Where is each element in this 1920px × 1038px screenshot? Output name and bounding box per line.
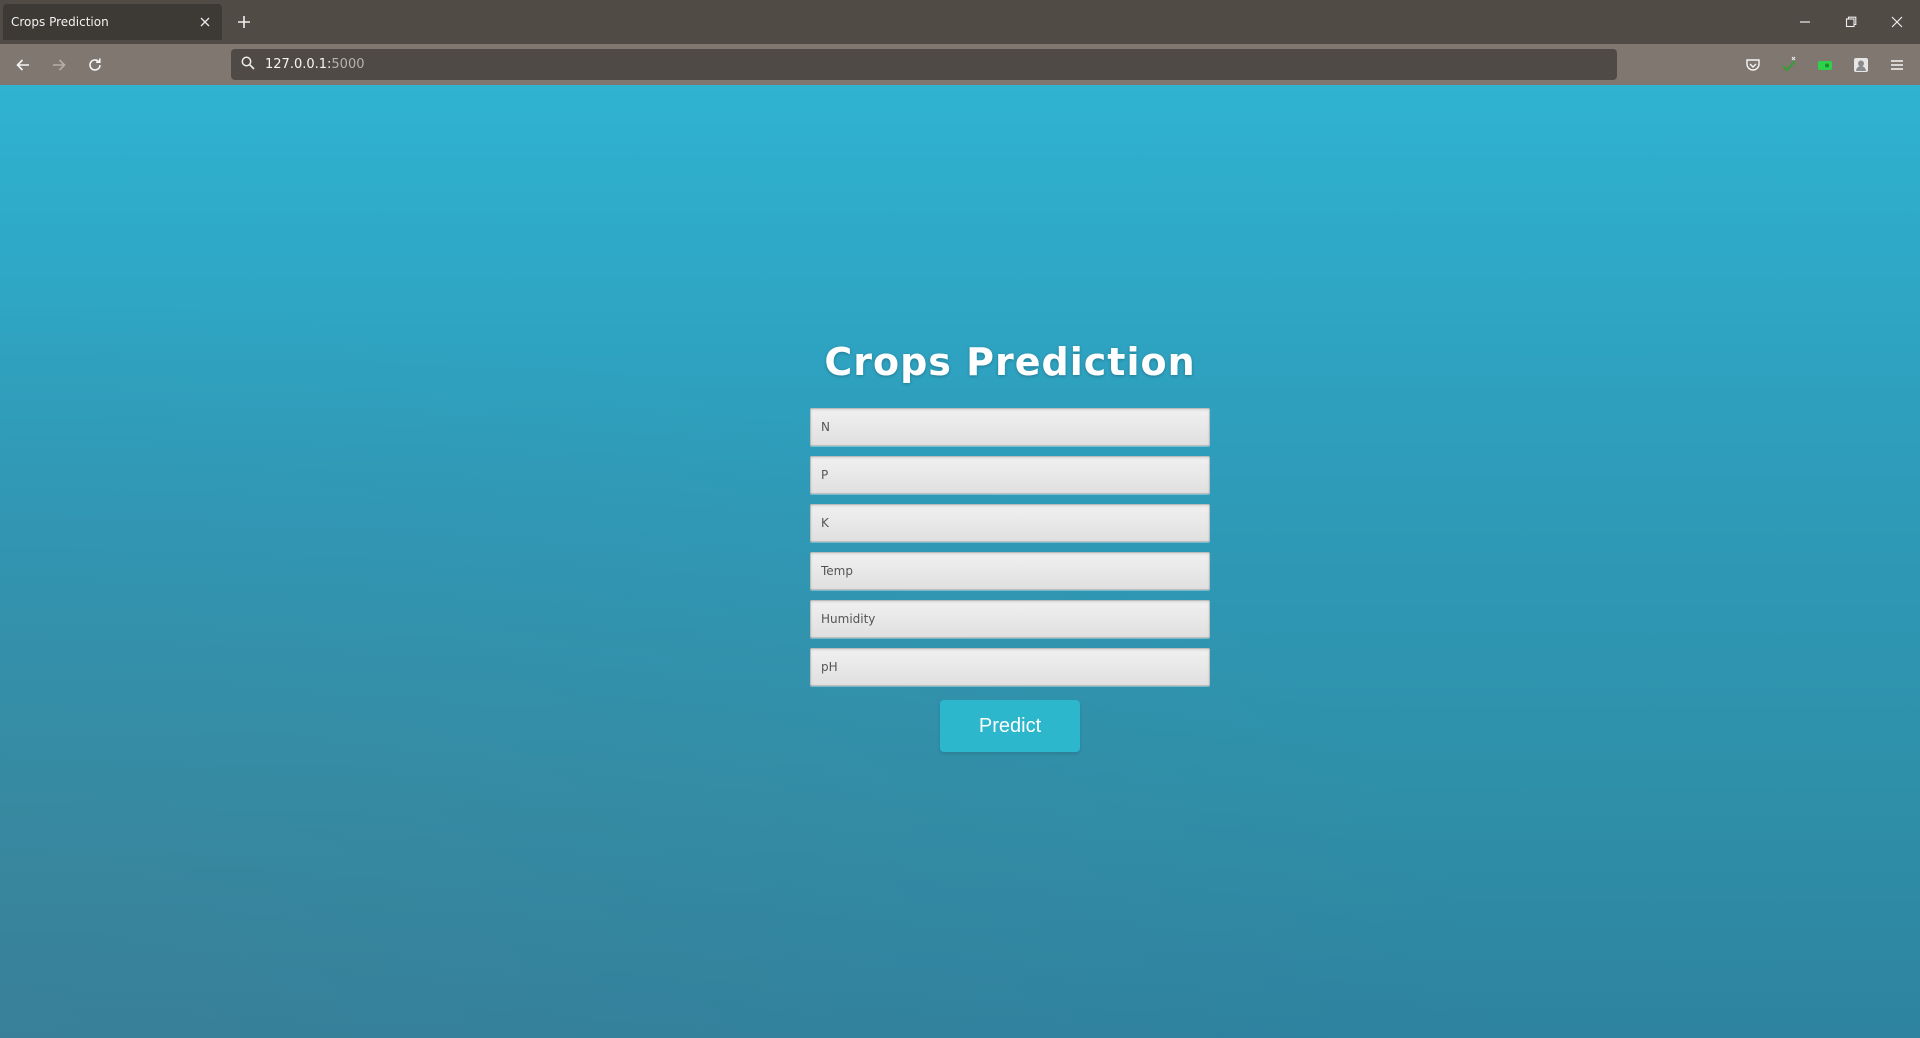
prediction-form: Crops Prediction Predict [810,340,1210,752]
new-tab-icon[interactable] [232,10,256,34]
navigation-toolbar: 127.0.0.1:5000 [0,44,1920,85]
minimize-icon[interactable] [1782,0,1828,44]
close-window-icon[interactable] [1874,0,1920,44]
profile-icon[interactable] [1848,52,1874,78]
tab-crops-prediction[interactable]: Crops Prediction [3,4,222,40]
k-input[interactable] [810,504,1210,542]
close-tab-icon[interactable] [196,13,214,31]
pocket-icon[interactable] [1740,52,1766,78]
predict-button[interactable]: Predict [940,700,1080,752]
search-icon [241,55,255,74]
n-input[interactable] [810,408,1210,446]
p-input[interactable] [810,456,1210,494]
back-icon[interactable] [10,52,36,78]
ph-input[interactable] [810,648,1210,686]
url-host: 127.0.0.1: [265,57,332,72]
green-extension-icon[interactable] [1812,52,1838,78]
tab-title: Crops Prediction [11,15,109,29]
menu-icon[interactable] [1884,52,1910,78]
page-viewport: Crops Prediction Predict [0,85,1920,1038]
extension-icon[interactable] [1776,52,1802,78]
temp-input[interactable] [810,552,1210,590]
reload-icon[interactable] [82,52,108,78]
address-bar[interactable]: 127.0.0.1:5000 [231,49,1617,80]
humidity-input[interactable] [810,600,1210,638]
window-controls [1782,0,1920,44]
url-text: 127.0.0.1:5000 [265,57,365,72]
tab-strip: Crops Prediction [0,0,1920,44]
forward-icon[interactable] [46,52,72,78]
url-port: 5000 [331,57,365,72]
restore-icon[interactable] [1828,0,1874,44]
page-title: Crops Prediction [824,340,1196,384]
toolbar-icons [1740,52,1910,78]
